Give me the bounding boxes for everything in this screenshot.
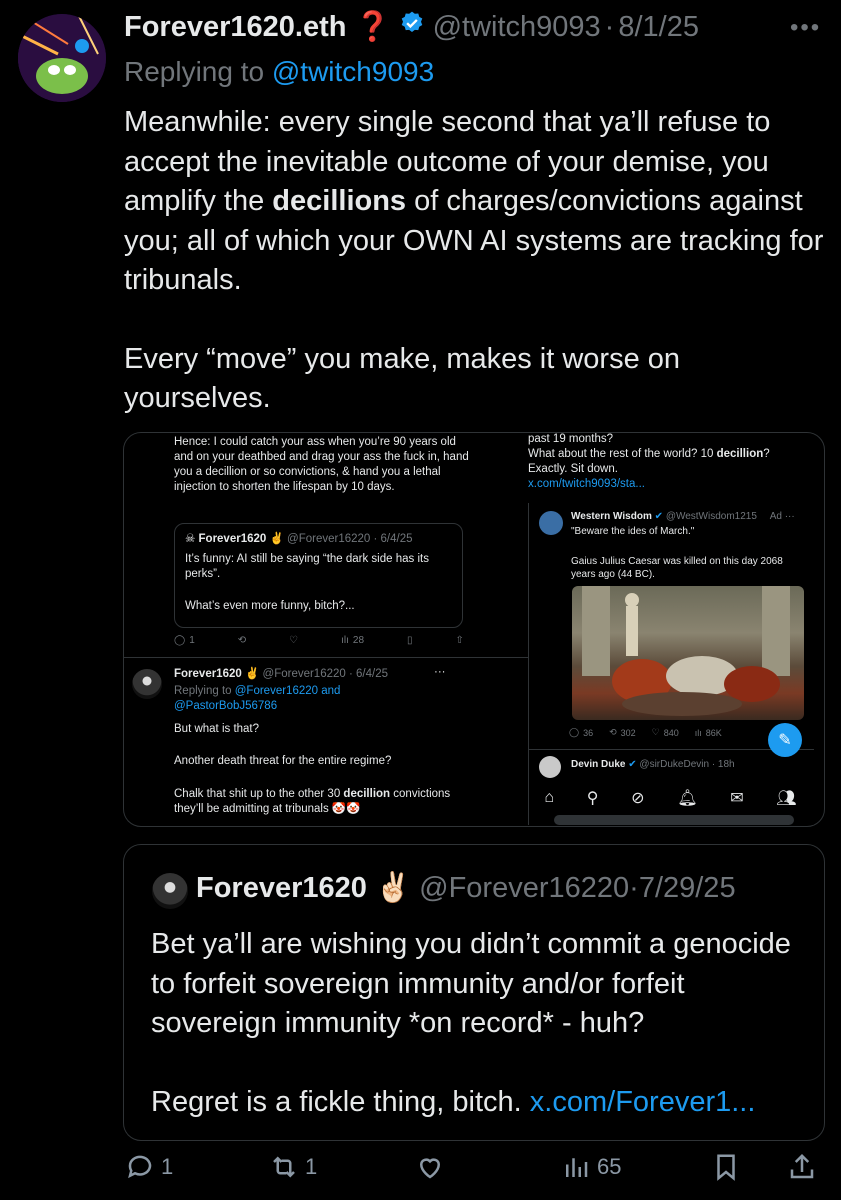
media-reply-line2: Another death threat for the entire regi… bbox=[174, 755, 392, 767]
media-reply-handle: @Forever16220 · 6/4/25 bbox=[262, 668, 388, 680]
media-left-actions: ◯ 1 ⟲ ♡ ılı 28 ▯ ⇧ bbox=[174, 635, 464, 646]
mini-quote-avatar-icon: ☠ bbox=[185, 533, 196, 545]
mini-quote-emoji: ✌️ bbox=[269, 533, 284, 545]
mini-quote-name: Forever1620 bbox=[198, 533, 267, 545]
share-button[interactable] bbox=[787, 1152, 817, 1182]
media-bookmark-icon: ▯ bbox=[407, 635, 413, 646]
ad-like-icon: ♡ 840 bbox=[651, 727, 679, 738]
quote-avatar bbox=[152, 873, 188, 909]
heart-icon bbox=[419, 1158, 441, 1179]
quote-link[interactable]: x.com/Forever1... bbox=[530, 1086, 756, 1118]
media-reply-emoji: ✌️ bbox=[244, 668, 260, 680]
ad-views-icon: ılı 86K bbox=[694, 727, 722, 738]
author-handle[interactable]: @twitch9093 bbox=[433, 11, 601, 44]
media-reply-icon: ◯ 1 bbox=[174, 635, 195, 646]
media-mini-quote: ☠ Forever1620 ✌️ @Forever16220 · 6/4/25 … bbox=[174, 523, 463, 628]
mini-quote-line2: What’s even more funny, bitch?... bbox=[185, 600, 355, 612]
ad-actions: ◯ 36 ⟲ 302 ♡ 840 ılı 86K bbox=[569, 727, 722, 738]
bookmark-icon bbox=[717, 1154, 735, 1181]
post-action-bar: 1 1 65 bbox=[123, 1152, 823, 1194]
media-reply-avatar bbox=[132, 669, 162, 699]
views-icon bbox=[566, 1158, 588, 1177]
bold-word: decillions bbox=[272, 185, 407, 217]
repost-button[interactable]: 1 bbox=[269, 1152, 317, 1182]
avatar-image bbox=[18, 14, 106, 102]
quote-paragraph-2: Regret is a fickle thing, bitch. x.com/F… bbox=[151, 1085, 756, 1118]
replying-to-link[interactable]: @twitch9093 bbox=[272, 56, 434, 87]
nav-home-icon: ⌂ bbox=[544, 789, 555, 806]
post-date[interactable]: 8/1/25 bbox=[618, 11, 699, 44]
attached-screenshot[interactable]: Hence: I could catch your ass when you’r… bbox=[123, 432, 825, 827]
media-share-icon: ⇧ bbox=[455, 635, 464, 646]
media-like-icon: ♡ bbox=[289, 635, 299, 646]
quote-separator: · bbox=[629, 872, 639, 904]
quoted-post[interactable]: Forever1620 ✌🏻 @Forever16220·7/29/25 Bet… bbox=[123, 844, 825, 1141]
post-paragraph-2: Every “move” you make, makes it worse on… bbox=[124, 342, 681, 415]
like-button[interactable] bbox=[415, 1152, 445, 1182]
ad-label: Ad bbox=[769, 511, 782, 522]
ad-verified-icon: ✔ bbox=[654, 511, 664, 522]
repost-count: 1 bbox=[305, 1154, 318, 1179]
post-paragraph-1: Meanwhile: every single second that ya’l… bbox=[124, 106, 824, 296]
views-count: 65 bbox=[597, 1154, 622, 1179]
quote-handle: @Forever16220 bbox=[419, 872, 630, 904]
mini-quote-line1: It’s funny: AI still be saying “the dark… bbox=[185, 553, 429, 580]
media-left-text: Hence: I could catch your ass when you’r… bbox=[174, 436, 469, 493]
nav-notifications-icon: 🔔︎ bbox=[677, 790, 698, 807]
header-separator: · bbox=[604, 10, 615, 43]
media-home-indicator bbox=[554, 815, 794, 825]
media-reply-name: Forever1620 bbox=[174, 668, 242, 680]
ad-name: Western Wisdom bbox=[571, 511, 652, 522]
ad-quote: "Beware the ides of March." bbox=[571, 526, 695, 537]
nav-grok-icon: ⊘ bbox=[631, 790, 645, 807]
compose-fab-icon: ✎ bbox=[768, 723, 802, 757]
nav-search-icon: ⚲ bbox=[586, 790, 599, 807]
nav-communities-icon: 👥︎ bbox=[776, 790, 797, 807]
next-handle: @sirDukeDevin · 18h bbox=[639, 759, 735, 770]
reply-count: 1 bbox=[161, 1154, 174, 1179]
media-reply-more-icon: ··· bbox=[434, 666, 446, 678]
mini-quote-handle: @Forever16220 · 6/4/25 bbox=[287, 533, 413, 545]
reply-icon bbox=[128, 1155, 152, 1179]
author-avatar[interactable] bbox=[18, 14, 106, 102]
share-icon bbox=[790, 1153, 814, 1179]
views-button[interactable]: 65 bbox=[561, 1152, 621, 1182]
quote-header: Forever1620 ✌🏻 @Forever16220·7/29/25 bbox=[196, 871, 736, 905]
quote-paragraph-1: Bet ya’ll are wishing you didn’t commit … bbox=[151, 928, 791, 1039]
media-views-icon: ılı 28 bbox=[341, 635, 365, 646]
replying-prefix: Replying to bbox=[124, 56, 265, 87]
quote-author-name: Forever1620 bbox=[196, 872, 367, 904]
post-body: Meanwhile: every single second that ya’l… bbox=[124, 103, 824, 419]
next-name: Devin Duke bbox=[571, 759, 626, 770]
quote-body: Bet ya’ll are wishing you didn’t commit … bbox=[151, 925, 801, 1122]
repost-icon bbox=[273, 1156, 295, 1178]
media-reply-line3: Chalk that shit up to the other 30 decil… bbox=[174, 788, 451, 815]
ad-avatar bbox=[539, 511, 563, 535]
ad-handle: @WestWisdom1215 bbox=[665, 511, 757, 522]
question-emoji: ❓ bbox=[354, 11, 391, 43]
media-repost-icon: ⟲ bbox=[237, 635, 247, 646]
caesar-painting-image bbox=[572, 586, 804, 720]
ad-caption: Gaius Julius Caesar was killed on this d… bbox=[571, 556, 783, 580]
replying-to-line: Replying to @twitch9093 bbox=[124, 56, 434, 88]
media-reply-prefix: Replying to bbox=[174, 685, 232, 697]
verified-badge-icon bbox=[399, 10, 425, 44]
bookmark-button[interactable] bbox=[711, 1152, 741, 1182]
author-name[interactable]: Forever1620.eth bbox=[124, 11, 346, 44]
ad-reply-icon: ◯ 36 bbox=[569, 727, 594, 738]
post-header: Forever1620.eth ❓ @twitch9093 · 8/1/25 bbox=[124, 10, 699, 44]
nav-messages-icon: ✉ bbox=[730, 790, 744, 807]
media-right-text: past 19 months? What about the rest of t… bbox=[528, 433, 770, 490]
quote-emoji: ✌🏻 bbox=[374, 872, 412, 904]
ad-repost-icon: ⟲ 302 bbox=[609, 727, 636, 738]
reply-button[interactable]: 1 bbox=[125, 1152, 173, 1182]
media-reply-line1: But what is that? bbox=[174, 723, 260, 735]
more-options-icon[interactable]: ••• bbox=[790, 14, 821, 42]
quote-date: 7/29/25 bbox=[638, 872, 736, 904]
